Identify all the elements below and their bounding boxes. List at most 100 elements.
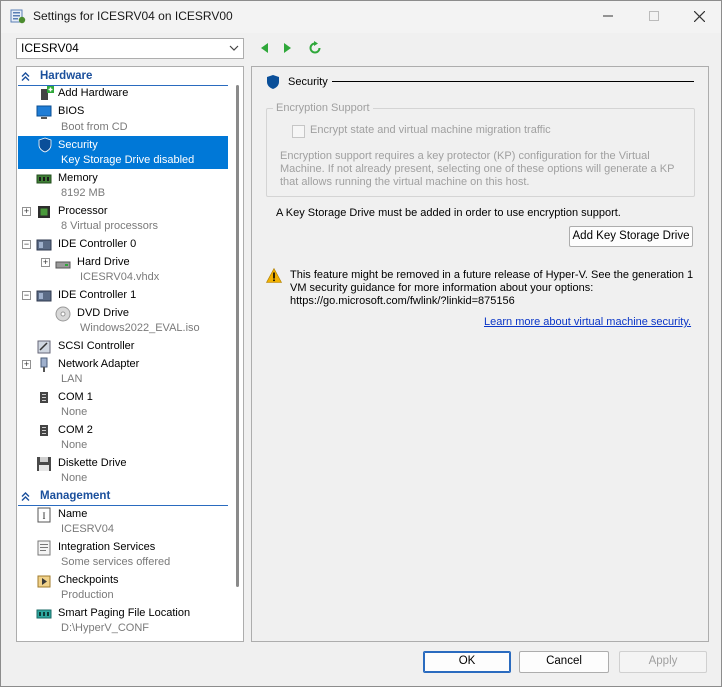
collapse-up-icon: [21, 72, 30, 81]
vm-selector-value: ICESRV04: [21, 41, 79, 55]
ok-button[interactable]: OK: [423, 651, 511, 673]
tree-item-label: Checkpoints: [58, 574, 119, 586]
tree-item-label: Hard Drive: [77, 256, 130, 268]
tree-item-com-1[interactable]: COM 1 None: [18, 390, 228, 422]
tree-item-scsi-controller[interactable]: SCSI Controller: [18, 339, 228, 355]
tree-scrollbar[interactable]: [236, 85, 239, 587]
tree-item-integration-services[interactable]: Integration Services Some services offer…: [18, 540, 228, 572]
tree-item-sub: None: [61, 472, 88, 484]
encrypt-checkbox[interactable]: [292, 125, 305, 138]
ksd-note: A Key Storage Drive must be added in ord…: [276, 207, 621, 219]
tree-item-label: DVD Drive: [77, 307, 129, 319]
tree-item-sub: 8192 MB: [61, 187, 106, 199]
arrow-right-icon[interactable]: [280, 41, 294, 55]
cancel-button[interactable]: Cancel: [519, 651, 609, 673]
collapse-icon[interactable]: −: [22, 291, 31, 300]
warning-icon: [266, 268, 282, 283]
collapse-icon[interactable]: −: [22, 240, 31, 249]
tree-item-label: IDE Controller 0: [58, 238, 137, 250]
tree-item-sub: None: [61, 439, 88, 451]
tree-item-sub: 8 Virtual processors: [61, 220, 159, 232]
tree-item-label: Add Hardware: [58, 87, 129, 99]
section-header-hardware[interactable]: Hardware: [18, 68, 228, 86]
memory-icon: [36, 174, 52, 184]
refresh-icon[interactable]: [308, 41, 322, 55]
minimize-icon: [603, 15, 613, 17]
minimize-button[interactable]: [585, 1, 631, 31]
ide-controller-icon: [36, 239, 52, 251]
settings-window: Settings for ICESRV04 on ICESRV00 ICESRV…: [0, 0, 722, 687]
tree-item-sub: D:\HyperV_CONF: [61, 622, 150, 634]
tree-item-smart-paging[interactable]: Smart Paging File Location D:\HyperV_CON…: [18, 606, 228, 638]
tree-item-sub: Production: [61, 589, 114, 601]
section-header-management[interactable]: Management: [18, 488, 228, 506]
scsi-controller-icon: [37, 340, 51, 354]
security-panel: Security Encryption Support Encrypt stat…: [251, 66, 709, 642]
tree-item-dvd-drive[interactable]: DVD Drive Windows2022_EVAL.iso: [18, 306, 228, 338]
expand-icon[interactable]: +: [22, 207, 31, 216]
tree-item-security[interactable]: Security Key Storage Drive disabled: [18, 136, 228, 169]
tree-item-sub: LAN: [61, 373, 83, 385]
add-key-storage-drive-button[interactable]: Add Key Storage Drive: [569, 226, 693, 247]
close-icon: [693, 10, 705, 22]
tree-item-name[interactable]: I Name ICESRV04: [18, 507, 228, 539]
serial-port-icon: [40, 392, 48, 403]
tree-item-sub: Boot from CD: [61, 121, 128, 133]
tree-item-sub: ICESRV04: [61, 523, 114, 535]
tree-item-sub: Some services offered: [61, 556, 171, 568]
tree-item-hard-drive[interactable]: + Hard Drive ICESRV04.vhdx: [18, 255, 228, 287]
bios-icon: [36, 105, 52, 119]
title-bar: Settings for ICESRV04 on ICESRV00: [1, 1, 721, 33]
learn-more-link[interactable]: Learn more about virtual machine securit…: [484, 316, 691, 328]
tree-item-sub: None: [61, 406, 88, 418]
smart-paging-icon: [36, 609, 52, 619]
tree-item-checkpoints[interactable]: Checkpoints Production: [18, 573, 228, 605]
checkpoints-icon: [37, 575, 51, 588]
heading-divider: [332, 81, 694, 82]
tree-item-memory[interactable]: Memory 8192 MB: [18, 171, 228, 203]
add-hardware-icon: [41, 86, 54, 100]
close-button[interactable]: [676, 1, 722, 31]
tree-item-bios[interactable]: BIOS Boot from CD: [18, 104, 228, 136]
tree-item-diskette-drive[interactable]: Diskette Drive None: [18, 456, 228, 488]
tree-item-label: Processor: [58, 205, 108, 217]
serial-port-icon: [40, 425, 48, 436]
encryption-description: Encryption support requires a key protec…: [280, 150, 675, 188]
shield-icon: [267, 75, 279, 89]
dvd-icon: [55, 306, 71, 322]
tree-item-add-hardware[interactable]: Add Hardware: [18, 86, 228, 102]
tree-item-label: IDE Controller 1: [58, 289, 137, 301]
shield-icon: [38, 137, 52, 153]
expand-icon[interactable]: +: [41, 258, 50, 267]
arrow-left-icon[interactable]: [258, 41, 272, 55]
window-title: Settings for ICESRV04 on ICESRV00: [33, 9, 233, 23]
diskette-icon: [37, 457, 51, 471]
group-legend: Encryption Support: [273, 102, 373, 114]
chevron-down-icon: [229, 45, 239, 51]
processor-icon: [38, 206, 50, 218]
tree-item-label: Security: [58, 139, 98, 151]
maximize-button[interactable]: [631, 1, 677, 31]
tree-item-label: COM 2: [58, 424, 93, 436]
tree-item-network-adapter[interactable]: + Network Adapter LAN: [18, 357, 228, 389]
svg-text:I: I: [43, 511, 46, 521]
settings-tree: Hardware Add Hardware BIOS Boot from CD …: [16, 66, 244, 642]
vm-selector-dropdown[interactable]: ICESRV04: [16, 38, 244, 59]
tree-item-label: BIOS: [58, 105, 85, 117]
collapse-up-icon: [21, 492, 30, 501]
tree-item-processor[interactable]: + Processor 8 Virtual processors: [18, 204, 228, 236]
deprecation-warning: This feature might be removed in a futur…: [290, 269, 694, 307]
tree-item-sub: ICESRV04.vhdx: [80, 271, 160, 283]
tree-item-com-2[interactable]: COM 2 None: [18, 423, 228, 455]
tree-item-sub: Key Storage Drive disabled: [61, 154, 195, 166]
tree-item-ide-controller-0[interactable]: − IDE Controller 0: [18, 237, 228, 253]
tree-item-label: COM 1: [58, 391, 93, 403]
tree-item-label: Name: [58, 508, 88, 520]
hard-drive-icon: [55, 261, 71, 269]
apply-button[interactable]: Apply: [619, 651, 707, 673]
tree-item-label: Network Adapter: [58, 358, 140, 370]
encryption-support-group: Encryption Support Encrypt state and vir…: [266, 102, 695, 197]
expand-icon[interactable]: +: [22, 360, 31, 369]
tree-item-ide-controller-1[interactable]: − IDE Controller 1: [18, 288, 228, 304]
tree-item-sub: Windows2022_EVAL.iso: [80, 322, 200, 334]
